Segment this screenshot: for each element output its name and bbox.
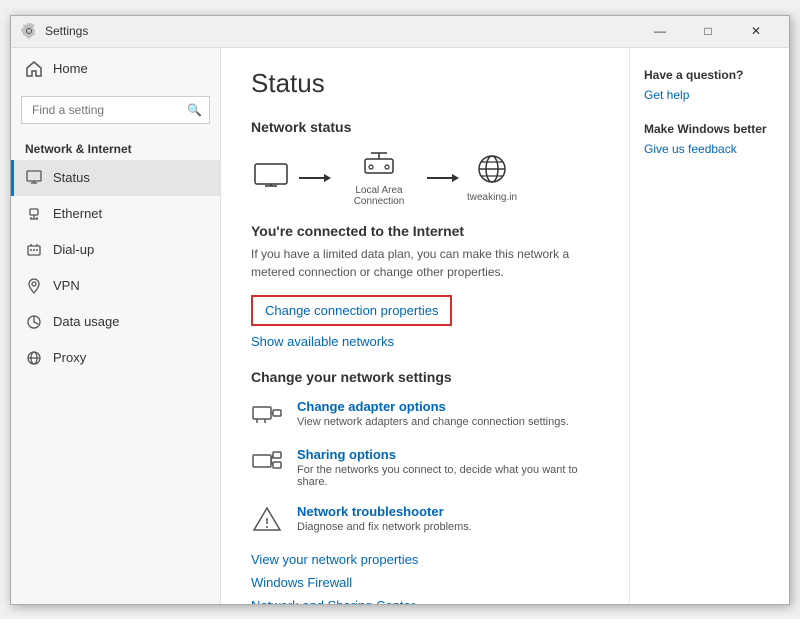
troubleshooter-option-text: Network troubleshooter Diagnose and fix … [297,504,472,533]
sidebar-item-label-status: Status [53,170,90,185]
adapter-svg-icon [251,399,283,431]
network-sharing-center-link[interactable]: Network and Sharing Center [251,598,599,604]
network-arrow-2 [427,174,459,182]
diagram-label2: tweaking.in [467,192,517,203]
connection-status: You're connected to the Internet [251,223,599,239]
help-section: Have a question? Get help [644,68,775,102]
sidebar: Home 🔍 Network & Internet Status [11,48,221,604]
sidebar-home[interactable]: Home [11,48,220,90]
troubleshooter-svg-icon [251,504,283,536]
troubleshooter-option-title: Network troubleshooter [297,504,472,519]
sidebar-item-proxy[interactable]: Proxy [11,340,220,376]
dialup-icon [25,241,43,259]
help-title: Have a question? [644,68,775,82]
troubleshooter-option[interactable]: Network troubleshooter Diagnose and fix … [251,504,599,536]
troubleshooter-option-icon [251,504,283,536]
connection-desc: If you have a limited data plan, you can… [251,245,599,281]
settings-app-icon [21,23,37,39]
title-bar: Settings — □ ✕ [11,16,789,48]
diagram-label1: Local Area Connection [339,185,419,207]
settings-window: Settings — □ ✕ Home 🔍 Network & In [10,15,790,605]
sidebar-item-label-proxy: Proxy [53,350,86,365]
router-svg-icon [361,149,397,181]
status-icon [25,169,43,187]
sharing-option-desc: For the networks you connect to, decide … [297,464,599,488]
home-icon [25,60,43,78]
title-bar-left: Settings [21,23,88,39]
data-usage-icon [25,313,43,331]
sidebar-item-status[interactable]: Status [11,160,220,196]
proxy-icon [25,349,43,367]
adapter-option-desc: View network adapters and change connect… [297,416,569,428]
adapter-option[interactable]: Change adapter options View network adap… [251,399,599,431]
ethernet-icon [25,205,43,223]
change-connection-properties-button[interactable]: Change connection properties [251,295,452,326]
feedback-section: Make Windows better Give us feedback [644,122,775,156]
close-button[interactable]: ✕ [733,15,779,47]
sharing-option-title: Sharing options [297,447,599,462]
network-arrow-1 [299,174,331,182]
sidebar-search-container: 🔍 [21,96,210,124]
globe-icon-group: tweaking.in [467,152,517,203]
feedback-link[interactable]: Give us feedback [644,142,775,156]
get-help-link[interactable]: Get help [644,88,775,102]
adapter-option-icon [251,399,283,431]
vpn-icon [25,277,43,295]
sharing-svg-icon [251,447,283,479]
extra-links: View your network properties Windows Fir… [251,552,599,604]
troubleshooter-option-desc: Diagnose and fix network problems. [297,521,472,533]
network-status-title: Network status [251,119,599,135]
search-input[interactable] [21,96,210,124]
search-icon: 🔍 [187,103,202,117]
content-area: Home 🔍 Network & Internet Status [11,48,789,604]
adapter-option-text: Change adapter options View network adap… [297,399,569,428]
adapter-option-title: Change adapter options [297,399,569,414]
sharing-option-icon [251,447,283,479]
globe-svg-icon [472,152,512,188]
sharing-option[interactable]: Sharing options For the networks you con… [251,447,599,488]
view-network-properties-link[interactable]: View your network properties [251,552,599,567]
sidebar-item-label-dialup: Dial-up [53,242,94,257]
sidebar-section-title: Network & Internet [11,134,220,160]
sidebar-item-dialup[interactable]: Dial-up [11,232,220,268]
router-icon-group: Local Area Connection [339,149,419,207]
maximize-button[interactable]: □ [685,15,731,47]
title-bar-title: Settings [45,24,88,38]
sidebar-item-label-ethernet: Ethernet [53,206,102,221]
sharing-option-text: Sharing options For the networks you con… [297,447,599,488]
sidebar-item-ethernet[interactable]: Ethernet [11,196,220,232]
title-bar-controls: — □ ✕ [637,15,779,47]
computer-svg-icon [251,162,291,194]
main-content: Status Network status [221,48,629,604]
computer-icon-group [251,162,291,194]
sidebar-item-vpn[interactable]: VPN [11,268,220,304]
sidebar-item-data-usage[interactable]: Data usage [11,304,220,340]
minimize-button[interactable]: — [637,15,683,47]
page-title: Status [251,68,599,99]
windows-firewall-link[interactable]: Windows Firewall [251,575,599,590]
sidebar-home-label: Home [53,61,88,76]
right-panel: Have a question? Get help Make Windows b… [629,48,789,604]
sidebar-item-label-data-usage: Data usage [53,314,120,329]
feedback-title: Make Windows better [644,122,775,136]
network-diagram: Local Area Connection twe [251,149,599,207]
sidebar-item-label-vpn: VPN [53,278,80,293]
change-settings-title: Change your network settings [251,369,599,385]
show-available-networks-link[interactable]: Show available networks [251,334,599,349]
